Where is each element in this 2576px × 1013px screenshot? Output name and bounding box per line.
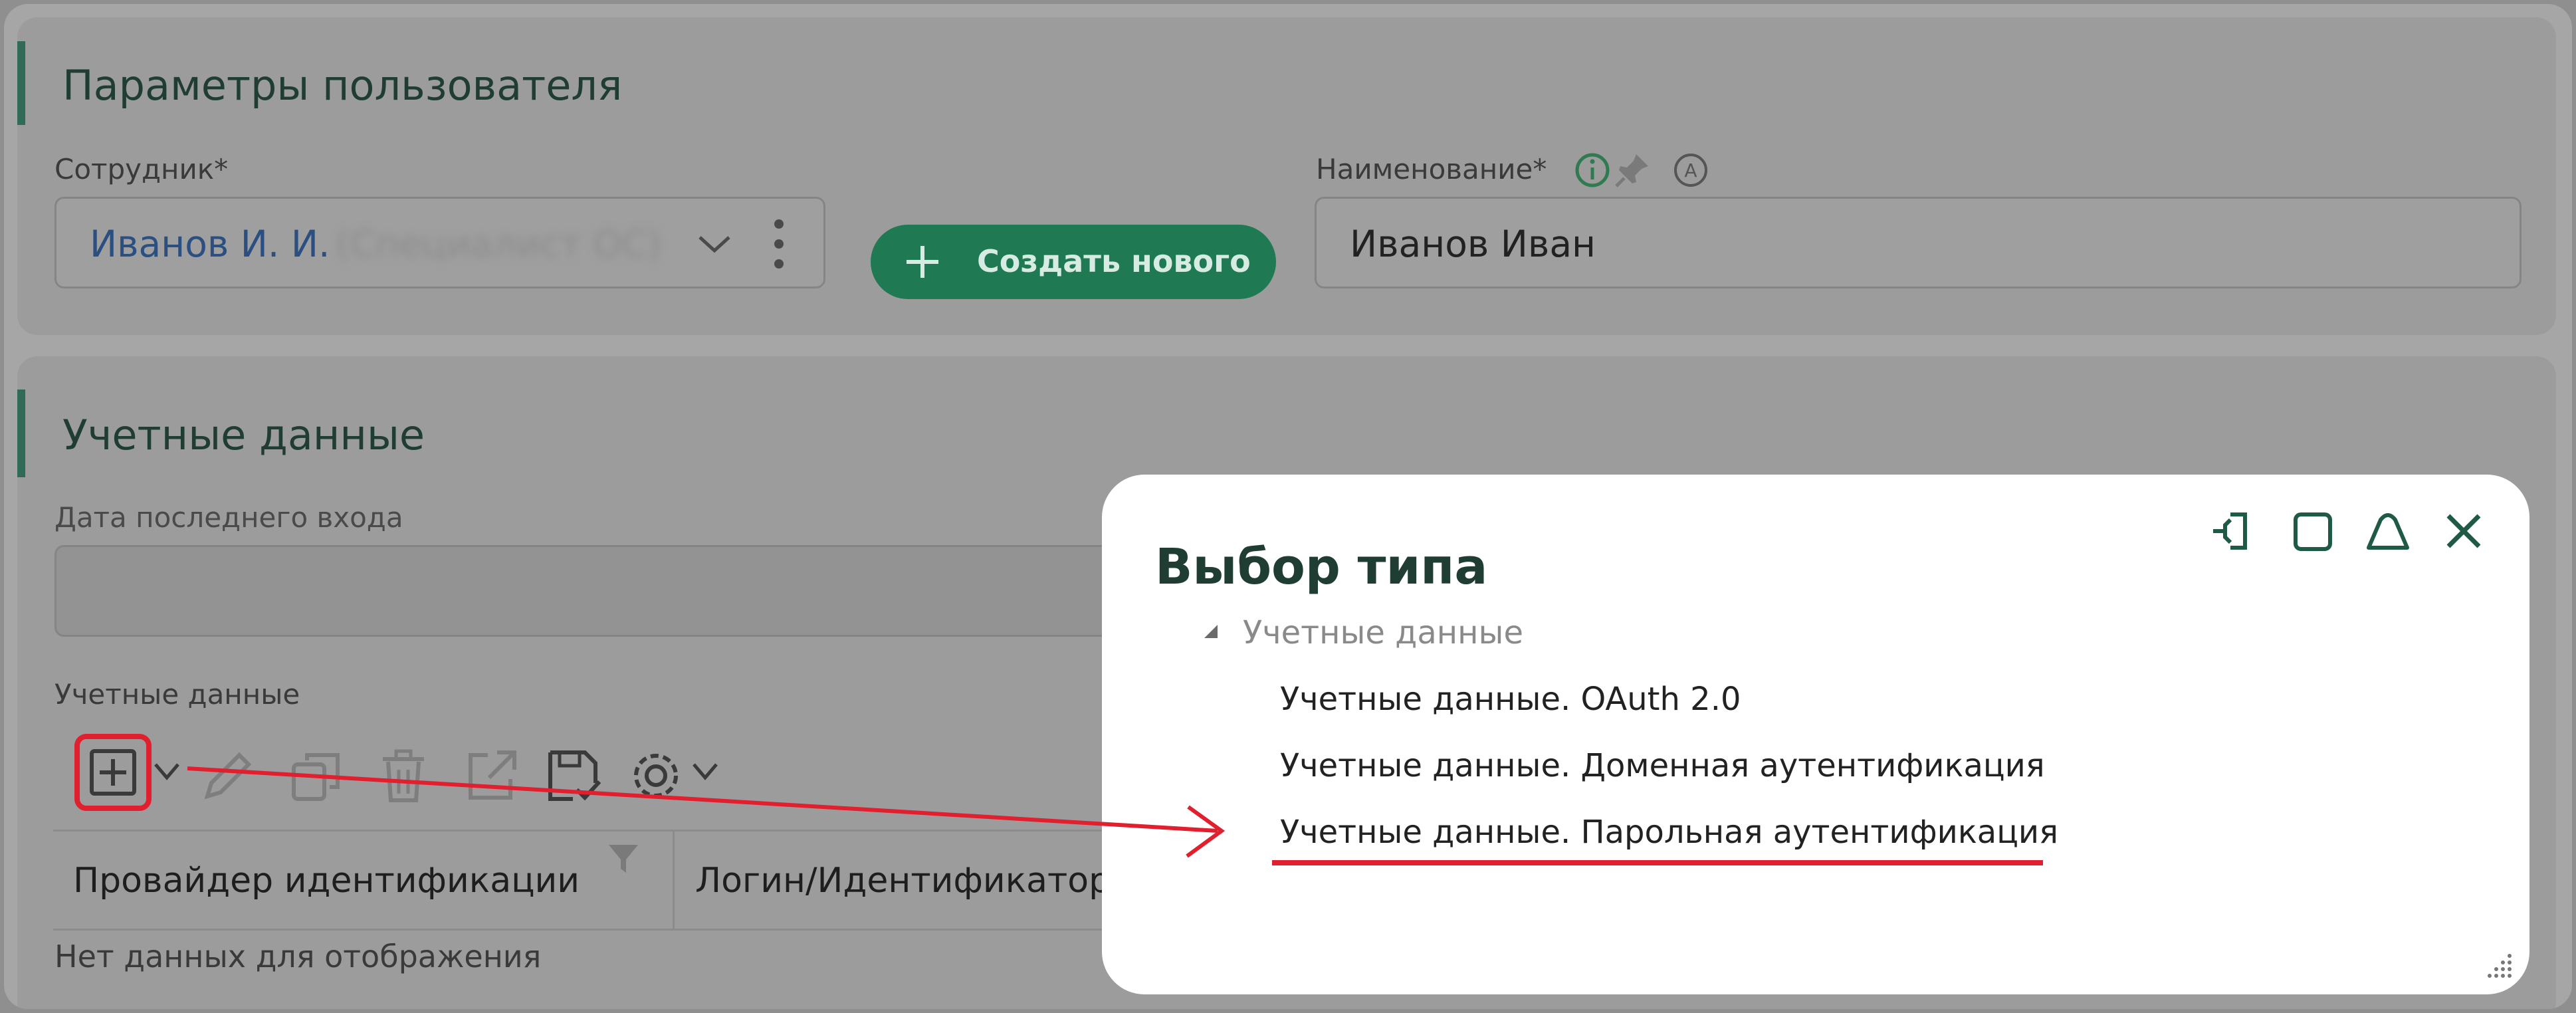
app-frame: Параметры пользователя Сотрудник* Иванов… <box>4 4 2572 1009</box>
annotation-arrow <box>187 766 1226 858</box>
